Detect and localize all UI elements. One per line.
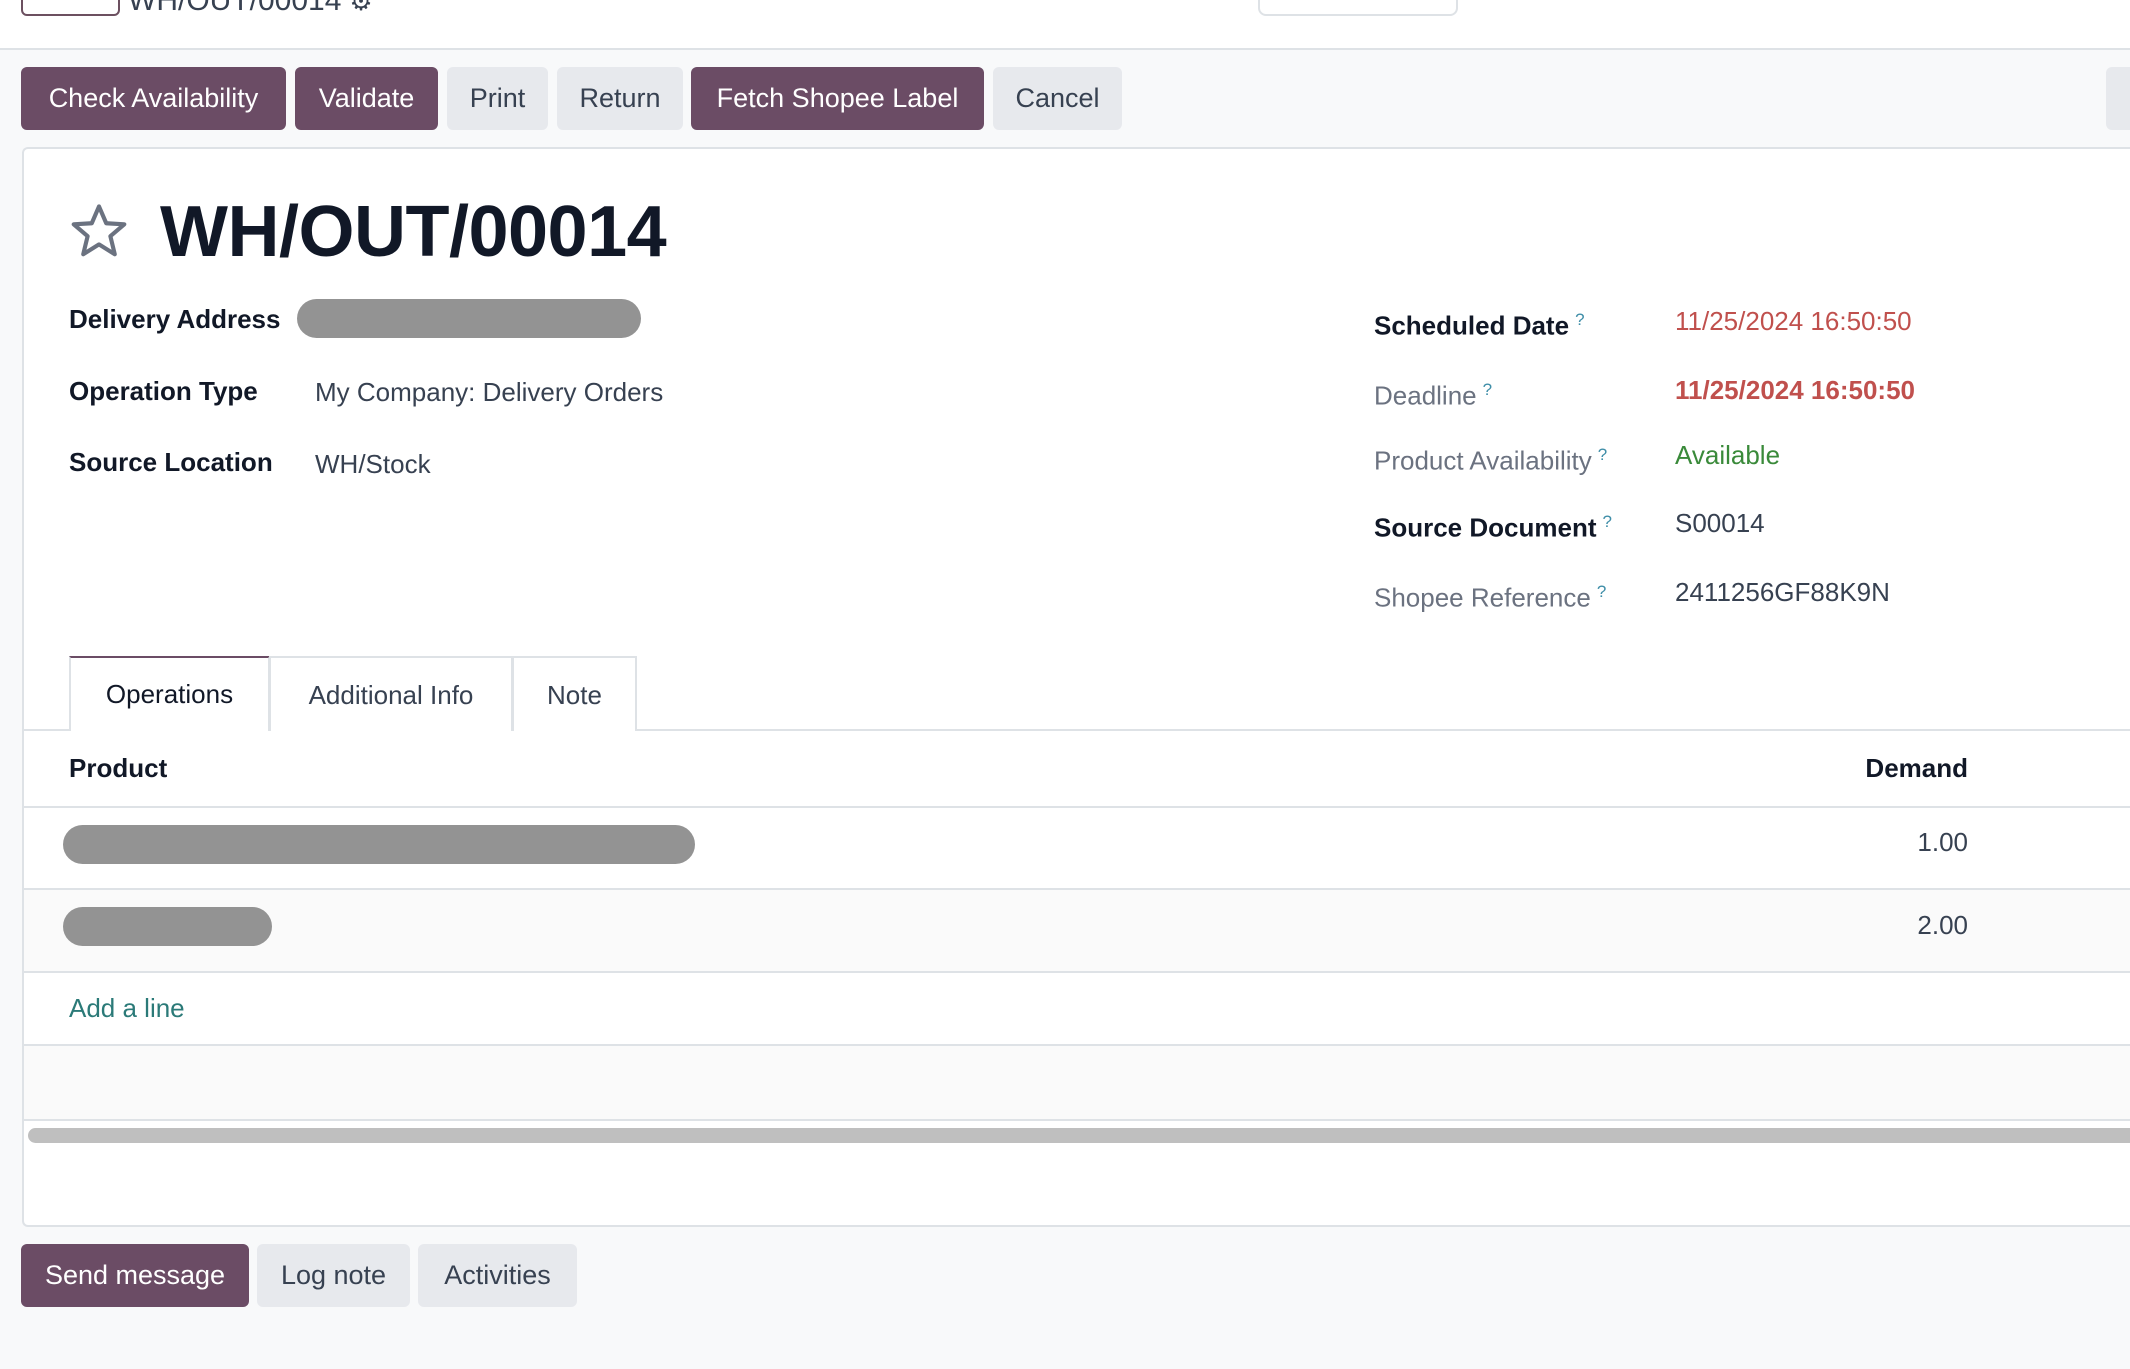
star-outline-icon[interactable] <box>68 200 130 262</box>
delivery-address-label: Delivery Address <box>69 304 281 334</box>
help-icon[interactable]: ? <box>1575 310 1584 329</box>
tab-additional-info[interactable]: Additional Info <box>269 656 513 733</box>
breadcrumb: WH/OUT/00014 ⚙ <box>128 0 373 16</box>
table-row[interactable]: 2.00 <box>24 890 2130 973</box>
table-header: Product Demand <box>24 731 2130 808</box>
product-cell-redacted[interactable] <box>63 907 272 946</box>
validate-button[interactable]: Validate <box>295 67 438 130</box>
column-header-product[interactable]: Product <box>69 753 167 783</box>
product-cell-redacted[interactable] <box>63 825 695 864</box>
table-row[interactable]: 1.00 <box>24 808 2130 890</box>
operation-type-value[interactable]: My Company: Delivery Orders <box>315 377 663 407</box>
print-button[interactable]: Print <box>447 67 548 130</box>
source-document-label-text: Source Document <box>1374 512 1597 543</box>
delivery-address-value-redacted[interactable] <box>297 299 641 338</box>
deadline-value: 11/25/2024 16:50:50 <box>1675 375 1915 405</box>
control-panel: WH/OUT/00014 ⚙ <box>0 0 2130 50</box>
breadcrumb-current: WH/OUT/00014 <box>128 0 342 17</box>
operation-type-label: Operation Type <box>69 376 258 406</box>
help-icon[interactable]: ? <box>1483 380 1492 399</box>
fetch-shopee-label-button[interactable]: Fetch Shopee Label <box>691 67 984 130</box>
tab-note[interactable]: Note <box>512 656 637 733</box>
demand-cell[interactable]: 2.00 <box>1917 910 1968 940</box>
help-icon[interactable]: ? <box>1603 512 1612 531</box>
tab-operations[interactable]: Operations <box>69 656 270 733</box>
help-icon[interactable]: ? <box>1597 582 1606 601</box>
scheduled-date-label: Scheduled Date? <box>1374 305 1585 341</box>
notebook-tabs: Operations Additional Info Note <box>22 656 2130 733</box>
shopee-reference-value: 2411256GF88K9N <box>1675 577 1890 607</box>
product-availability-value: Available <box>1675 440 1781 470</box>
product-availability-label-text: Product Availability <box>1374 445 1592 476</box>
status-bar-stub[interactable] <box>2106 67 2130 130</box>
activities-button[interactable]: Activities <box>418 1244 577 1307</box>
record-title: WH/OUT/00014 <box>160 192 667 272</box>
add-a-line-link[interactable]: Add a line <box>69 993 185 1023</box>
source-location-label: Source Location <box>69 447 273 477</box>
deadline-label-text: Deadline <box>1374 380 1477 411</box>
demand-cell[interactable]: 1.00 <box>1917 827 1968 857</box>
log-note-button[interactable]: Log note <box>257 1244 410 1307</box>
gear-icon[interactable]: ⚙ <box>349 0 372 16</box>
check-availability-button[interactable]: Check Availability <box>21 67 286 130</box>
column-header-demand[interactable]: Demand <box>1865 753 1968 783</box>
pager-box[interactable] <box>1258 0 1458 16</box>
source-document-value[interactable]: S00014 <box>1675 508 1765 538</box>
product-availability-label: Product Availability? <box>1374 440 1607 476</box>
send-message-button[interactable]: Send message <box>21 1244 249 1307</box>
horizontal-scrollbar[interactable] <box>28 1128 2130 1143</box>
scheduled-date-value[interactable]: 11/25/2024 16:50:50 <box>1675 306 1912 336</box>
shopee-reference-label-text: Shopee Reference <box>1374 582 1591 613</box>
deadline-label: Deadline? <box>1374 375 1492 411</box>
table-footer <box>24 1046 2130 1121</box>
add-line-row: Add a line <box>24 973 2130 1046</box>
source-document-label: Source Document? <box>1374 507 1612 543</box>
source-location-value[interactable]: WH/Stock <box>315 449 431 479</box>
record-select-checkbox[interactable] <box>21 0 120 16</box>
shopee-reference-label: Shopee Reference? <box>1374 577 1606 613</box>
cancel-button[interactable]: Cancel <box>993 67 1122 130</box>
help-icon[interactable]: ? <box>1598 445 1607 464</box>
scheduled-date-label-text: Scheduled Date <box>1374 310 1570 341</box>
return-button[interactable]: Return <box>557 67 683 130</box>
